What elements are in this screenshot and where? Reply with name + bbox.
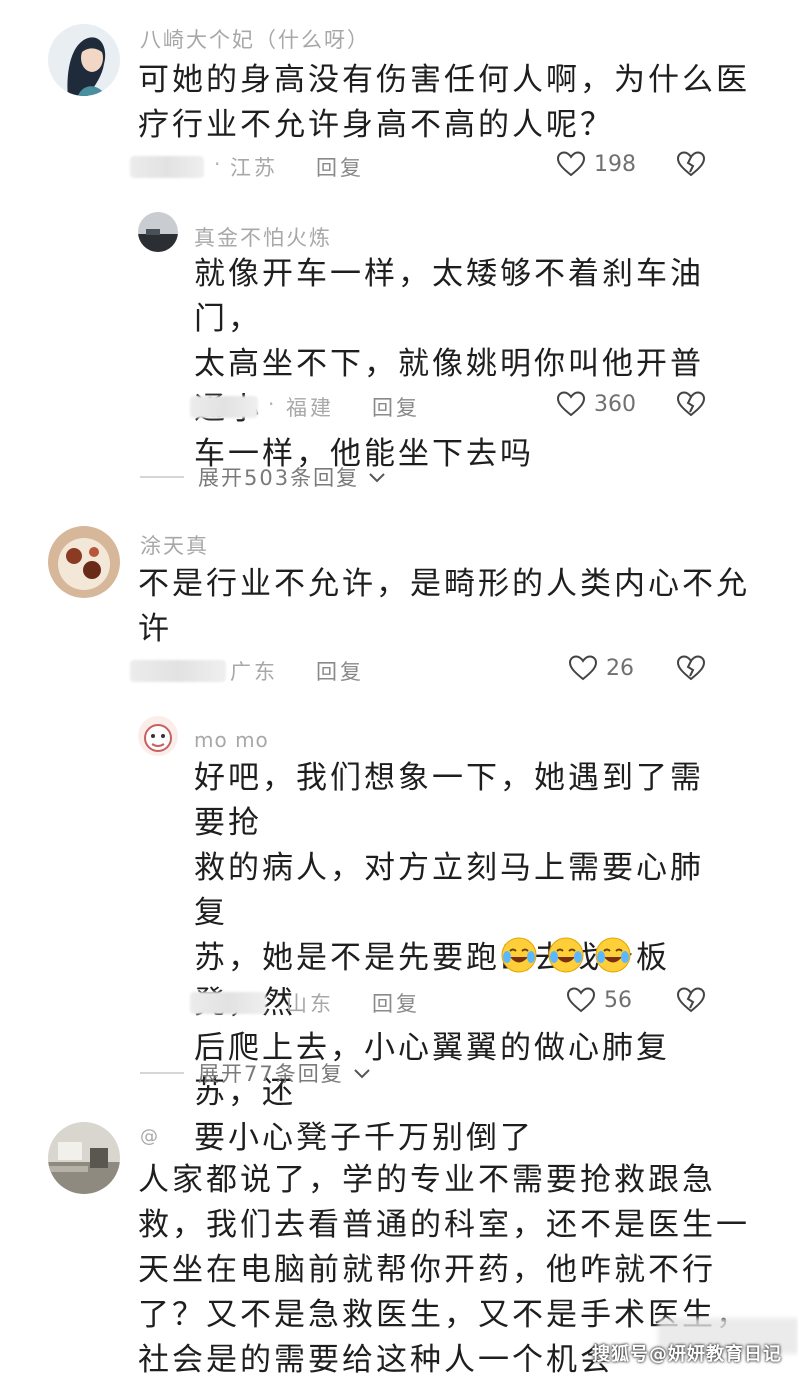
reply-content: 好吧，我们想象一下，她遇到了需要抢 救的病人，对方立刻马上需要心肺复 苏，她是不… bbox=[194, 760, 704, 1156]
reply-button[interactable]: 回复 bbox=[372, 392, 420, 422]
reply-location: 福建 bbox=[286, 396, 334, 420]
avatar[interactable] bbox=[138, 212, 178, 252]
comment-username[interactable]: 涂天真 bbox=[140, 530, 209, 560]
reply-username[interactable]: 真金不怕火炼 bbox=[194, 222, 332, 252]
comment-content: 不是行业不允许，是畸形的人类内心不允 许 bbox=[138, 566, 750, 647]
laugh-cry-emoji-icon bbox=[548, 937, 584, 973]
heart-icon bbox=[556, 151, 586, 177]
expand-replies-label: 展开77条回复 bbox=[198, 1062, 344, 1086]
reply-button[interactable]: 回复 bbox=[316, 152, 364, 182]
blurred-username bbox=[130, 156, 204, 178]
avatar[interactable] bbox=[48, 24, 120, 96]
like-count: 56 bbox=[604, 987, 632, 1013]
avatar-woman-icon bbox=[48, 24, 120, 96]
chevron-down-icon bbox=[369, 473, 385, 483]
heart-icon bbox=[566, 987, 596, 1013]
like-count: 198 bbox=[594, 151, 636, 177]
reply-button[interactable]: 回复 bbox=[372, 988, 420, 1018]
avatar[interactable] bbox=[48, 1122, 120, 1194]
expand-replies-label: 展开503条回复 bbox=[198, 466, 360, 490]
comment-content: 可她的身高没有伤害任何人啊，为什么医 疗行业不允许身高不高的人呢？ bbox=[138, 62, 750, 143]
reply-location: 山东 bbox=[286, 992, 334, 1016]
laugh-cry-emoji-icon bbox=[501, 937, 537, 973]
comment-location: 广东 bbox=[230, 660, 278, 684]
broken-heart-icon bbox=[676, 151, 706, 177]
like-button[interactable]: 26 bbox=[568, 654, 634, 682]
reply-button[interactable]: 回复 bbox=[316, 656, 364, 686]
blurred-username bbox=[130, 660, 226, 682]
avatar[interactable] bbox=[48, 526, 120, 598]
dislike-button[interactable] bbox=[676, 150, 706, 182]
dislike-button[interactable] bbox=[676, 654, 706, 686]
avatar-landscape-icon bbox=[138, 212, 178, 252]
broken-heart-icon bbox=[676, 655, 706, 681]
comment-username[interactable]: 八崎大个妃（什么呀） bbox=[140, 24, 370, 54]
chevron-down-icon bbox=[354, 1069, 370, 1079]
comment-username[interactable]: @ bbox=[140, 1126, 160, 1147]
like-button[interactable]: 56 bbox=[566, 986, 632, 1014]
expand-divider bbox=[140, 476, 184, 478]
avatar-room-icon bbox=[48, 1122, 120, 1194]
avatar-food-icon bbox=[48, 526, 120, 598]
reply-meta: 山东 回复 56 bbox=[190, 986, 770, 1022]
comment-meta: · 江苏 回复 198 bbox=[130, 150, 770, 186]
reply-meta: · 福建 回复 360 bbox=[190, 390, 770, 426]
broken-heart-icon bbox=[676, 987, 706, 1013]
dislike-button[interactable] bbox=[676, 390, 706, 422]
reply-username[interactable]: mo mo bbox=[194, 728, 269, 752]
like-count: 360 bbox=[594, 391, 636, 417]
dislike-button[interactable] bbox=[676, 986, 706, 1018]
broken-heart-icon bbox=[676, 391, 706, 417]
avatar-cartoon-icon bbox=[138, 716, 178, 756]
avatar[interactable] bbox=[138, 716, 178, 756]
expand-replies-button[interactable]: 展开503条回复 bbox=[140, 462, 387, 492]
meta-separator: · bbox=[214, 152, 221, 176]
expand-replies-button[interactable]: 展开77条回复 bbox=[140, 1058, 372, 1088]
laugh-cry-emoji-icon bbox=[595, 937, 631, 973]
blurred-username bbox=[190, 992, 266, 1014]
like-count: 26 bbox=[606, 655, 634, 681]
heart-icon bbox=[556, 391, 586, 417]
like-button[interactable]: 198 bbox=[556, 150, 636, 178]
comment-location: 江苏 bbox=[230, 156, 278, 180]
reply-content: 就像开车一样，太矮够不着刹车油门， 太高坐不下，就像姚明你叫他开普通小 车一样，… bbox=[194, 256, 704, 472]
expand-divider bbox=[140, 1072, 184, 1074]
meta-separator: · bbox=[268, 392, 275, 416]
watermark: 搜狐号@妍妍教育日记 bbox=[592, 1344, 782, 1365]
emoji-group bbox=[496, 936, 632, 974]
heart-icon bbox=[568, 655, 598, 681]
like-button[interactable]: 360 bbox=[556, 390, 636, 418]
comment-meta: 广东 回复 26 bbox=[130, 654, 770, 690]
blurred-username bbox=[190, 396, 258, 418]
comment-thread: 八崎大个妃（什么呀） 可她的身高没有伤害任何人啊，为什么医 疗行业不允许身高不高… bbox=[0, 0, 798, 1394]
